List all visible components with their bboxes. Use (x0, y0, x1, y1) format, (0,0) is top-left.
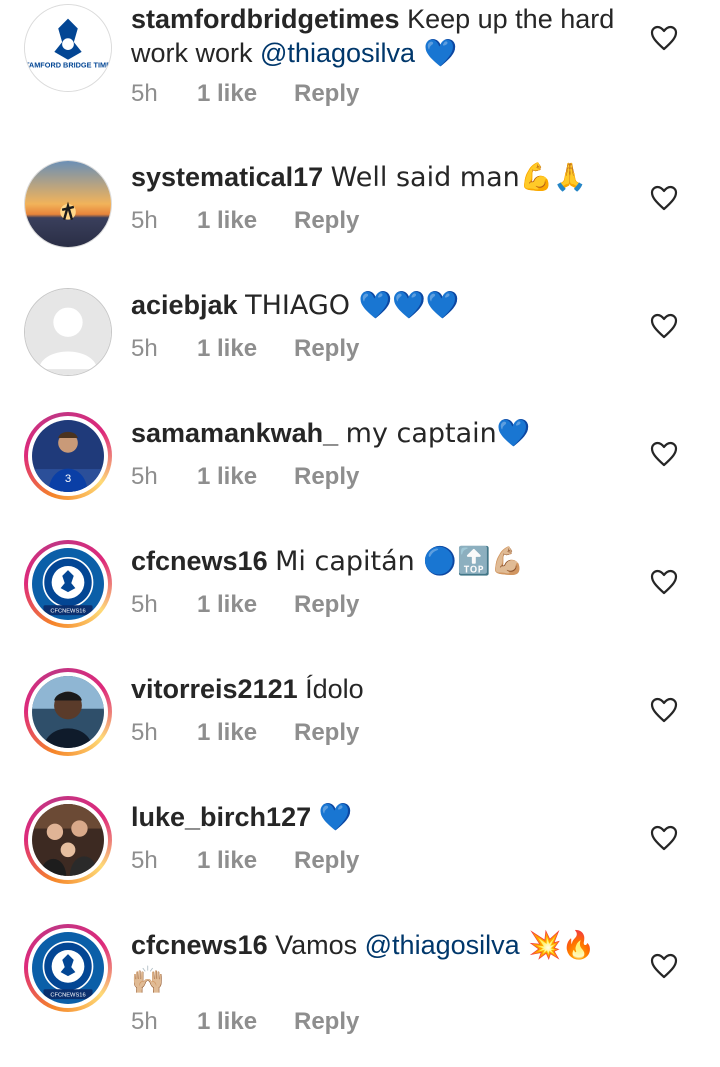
timestamp: 5h (131, 80, 158, 107)
comment-text: my captain💙 (345, 418, 531, 449)
timestamp: 5h (131, 591, 158, 618)
heart-outline-icon[interactable] (650, 313, 678, 339)
heart-outline-icon[interactable] (650, 441, 678, 467)
avatar-text: CFCNEWS16 (50, 993, 85, 999)
reply-button[interactable]: Reply (294, 462, 359, 492)
comment-body: luke_birch127 💙 (131, 800, 621, 835)
avatar[interactable]: STAMFORD BRIDGE TIMES (24, 4, 112, 92)
svg-text:3: 3 (65, 473, 71, 485)
like-count-button[interactable]: 1 like (197, 79, 257, 109)
heart-outline-icon[interactable] (650, 697, 678, 723)
avatar-story-ring[interactable] (24, 668, 112, 756)
comment-body: cfcnews16 Mi capitán 🔵🔝💪🏼 (131, 544, 621, 579)
username-link[interactable]: stamfordbridgetimes (131, 4, 400, 34)
heart-outline-icon[interactable] (650, 953, 678, 979)
comment-body: systematical17 Well said man💪🙏 (131, 160, 621, 195)
heart-outline-icon[interactable] (650, 569, 678, 595)
reply-button[interactable]: Reply (294, 718, 359, 748)
username-link[interactable]: cfcnews16 (131, 930, 268, 960)
comment-body: vitorreis2121 Ídolo (131, 672, 621, 706)
reply-button[interactable]: Reply (294, 206, 359, 236)
username-link[interactable]: aciebjak (131, 290, 238, 320)
timestamp: 5h (131, 463, 158, 490)
avatar[interactable] (24, 288, 112, 376)
avatar[interactable] (24, 160, 112, 248)
comment-text: Ídolo (305, 674, 364, 704)
comment-body: aciebjak THIAGO 💙💙💙 (131, 288, 621, 323)
like-count-button[interactable]: 1 like (197, 846, 257, 876)
username-link[interactable]: samamankwah_ (131, 418, 338, 448)
reply-button[interactable]: Reply (294, 79, 359, 109)
like-count-button[interactable]: 1 like (197, 462, 257, 492)
like-count-button[interactable]: 1 like (197, 718, 257, 748)
reply-button[interactable]: Reply (294, 846, 359, 876)
avatar-text: CFCNEWS16 (50, 609, 85, 615)
avatar-story-ring[interactable] (24, 796, 112, 884)
username-link[interactable]: vitorreis2121 (131, 674, 298, 704)
comment-text: Well said man💪🙏 (330, 162, 587, 193)
timestamp: 5h (131, 847, 158, 874)
username-link[interactable]: systematical17 (131, 162, 323, 192)
reply-button[interactable]: Reply (294, 1007, 359, 1037)
avatar (32, 804, 104, 876)
avatar-story-ring[interactable]: 3 (24, 412, 112, 500)
timestamp: 5h (131, 719, 158, 746)
comment-text: THIAGO 💙💙💙 (245, 290, 460, 321)
avatar-story-ring[interactable]: CFCNEWS16 (24, 540, 112, 628)
avatar-text: STAMFORD BRIDGE TIMES (25, 61, 111, 70)
username-link[interactable]: luke_birch127 (131, 802, 311, 832)
heart-outline-icon[interactable] (650, 825, 678, 851)
comment-text: Vamos (275, 930, 365, 960)
comment-body: cfcnews16 Vamos @thiagosilva 💥🔥 🙌🏼 (131, 928, 621, 998)
heart-outline-icon[interactable] (650, 185, 678, 211)
like-count-button[interactable]: 1 like (197, 590, 257, 620)
like-count-button[interactable]: 1 like (197, 1007, 257, 1037)
comments-list: STAMFORD BRIDGE TIMES stamfordbridgetime… (0, 0, 720, 1067)
timestamp: 5h (131, 335, 158, 362)
username-link[interactable]: cfcnews16 (131, 546, 268, 576)
comment-body: samamankwah_ my captain💙 (131, 416, 621, 451)
comment-emoji: 💙 (415, 38, 458, 69)
avatar (32, 676, 104, 748)
timestamp: 5h (131, 1008, 158, 1035)
timestamp: 5h (131, 207, 158, 234)
like-count-button[interactable]: 1 like (197, 206, 257, 236)
heart-outline-icon[interactable] (650, 25, 678, 51)
comment-body: stamfordbridgetimes Keep up the hard wor… (131, 2, 621, 71)
mention-link[interactable]: @thiagosilva (260, 38, 415, 68)
avatar: 3 (32, 420, 104, 492)
comment-text: 💙 (318, 802, 353, 833)
comment-text: Mi capitán 🔵🔝💪🏼 (275, 546, 525, 577)
reply-button[interactable]: Reply (294, 590, 359, 620)
mention-link[interactable]: @thiagosilva (365, 930, 520, 960)
like-count-button[interactable]: 1 like (197, 334, 257, 364)
avatar-story-ring[interactable]: CFCNEWS16 (24, 924, 112, 1012)
avatar: CFCNEWS16 (32, 932, 104, 1004)
reply-button[interactable]: Reply (294, 334, 359, 364)
avatar: CFCNEWS16 (32, 548, 104, 620)
